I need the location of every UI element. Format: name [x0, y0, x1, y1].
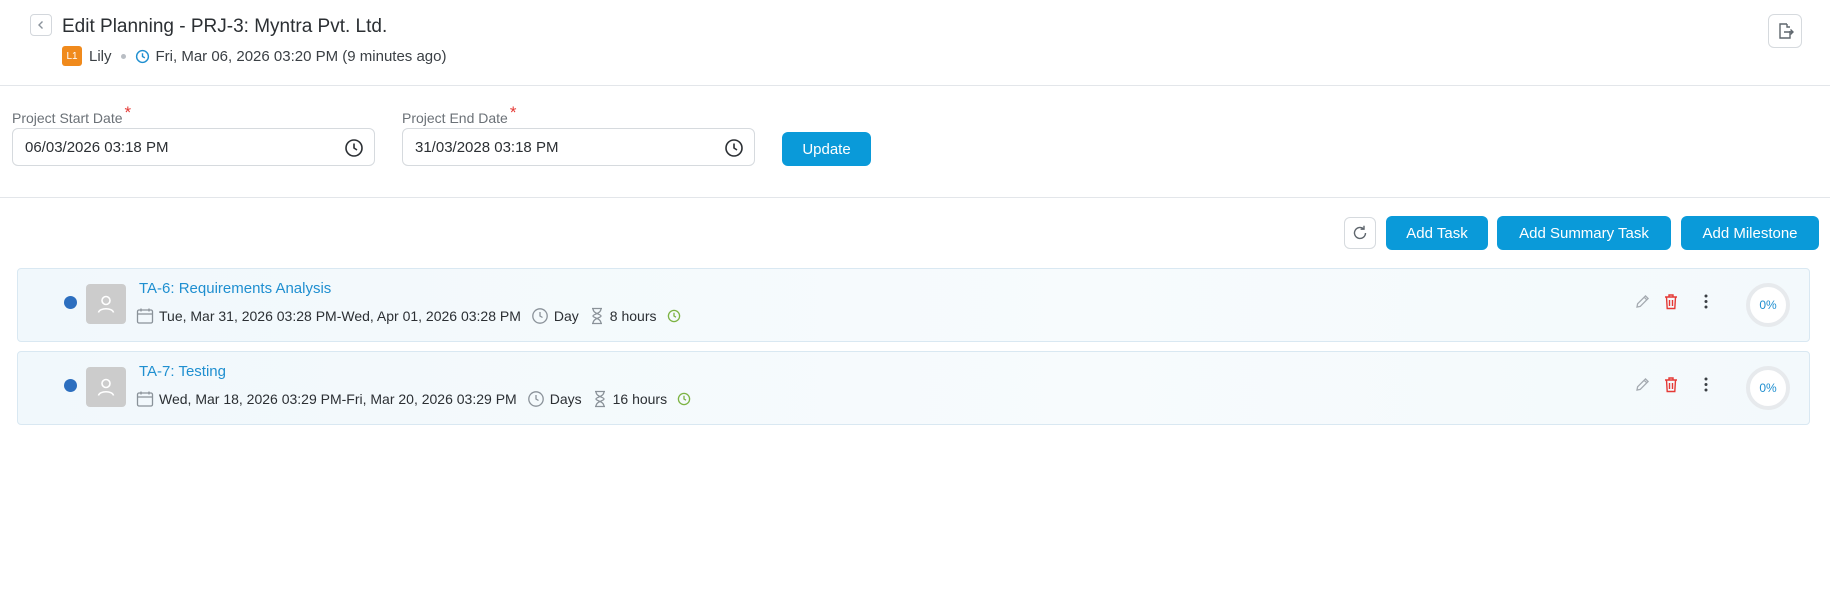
task-actions — [1634, 293, 1709, 310]
add-summary-task-button[interactable]: Add Summary Task — [1497, 216, 1671, 250]
clock-icon — [531, 307, 549, 325]
task-row: TA-7: Testing Wed, Mar 18, 2026 03:29 PM… — [17, 351, 1810, 425]
user-icon — [97, 378, 115, 396]
task-date-range: Tue, Mar 31, 2026 03:28 PM-Wed, Apr 01, … — [159, 308, 521, 324]
hourglass-icon — [592, 390, 608, 408]
clock-icon[interactable] — [724, 138, 744, 158]
on-time-clock-icon — [677, 392, 691, 406]
start-date-label: Project Start Date * — [12, 103, 132, 126]
back-button[interactable] — [30, 14, 52, 36]
export-button[interactable] — [1768, 14, 1802, 48]
trash-icon[interactable] — [1663, 376, 1679, 393]
more-vertical-icon[interactable] — [1703, 376, 1709, 393]
task-duration-unit: Day — [553, 308, 579, 324]
task-row: TA-6: Requirements Analysis Tue, Mar 31,… — [17, 268, 1810, 342]
add-task-button[interactable]: Add Task — [1386, 216, 1488, 250]
clock-icon — [135, 49, 150, 64]
task-meta: Wed, Mar 18, 2026 03:29 PM-Fri, Mar 20, … — [136, 388, 696, 410]
task-meta: Tue, Mar 31, 2026 03:28 PM-Wed, Apr 01, … — [136, 305, 686, 327]
start-date-input[interactable]: 06/03/2026 03:18 PM — [12, 128, 375, 166]
status-dot — [64, 296, 77, 309]
page-header: Edit Planning - PRJ-3: Myntra Pvt. Ltd. … — [0, 0, 1830, 86]
refresh-icon — [1353, 225, 1367, 240]
task-date-range: Wed, Mar 18, 2026 03:29 PM-Fri, Mar 20, … — [159, 391, 517, 407]
assignee-avatar — [86, 284, 126, 324]
start-date-value: 06/03/2026 03:18 PM — [25, 138, 169, 156]
task-hours: 16 hours — [612, 391, 668, 407]
page-meta: L1 Lily Fri, Mar 06, 2026 03:20 PM (9 mi… — [62, 46, 447, 66]
export-icon — [1779, 23, 1794, 39]
user-name: Lily — [89, 47, 112, 65]
end-date-label: Project End Date * — [402, 103, 517, 126]
task-duration-unit: Days — [549, 391, 582, 407]
calendar-icon — [136, 390, 154, 408]
user-avatar: L1 — [62, 46, 82, 66]
task-toolbar: Add Task Add Summary Task Add Milestone — [0, 215, 1830, 251]
user-icon — [97, 295, 115, 313]
clock-icon[interactable] — [344, 138, 364, 158]
pencil-icon[interactable] — [1634, 376, 1651, 393]
more-vertical-icon[interactable] — [1703, 293, 1709, 310]
task-title-link[interactable]: TA-7: Testing — [139, 363, 226, 380]
update-button[interactable]: Update — [782, 132, 871, 166]
progress-circle: 0% — [1746, 366, 1790, 410]
end-date-input[interactable]: 31/03/2028 03:18 PM — [402, 128, 755, 166]
calendar-icon — [136, 307, 154, 325]
clock-icon — [527, 390, 545, 408]
on-time-clock-icon — [667, 309, 681, 323]
task-title-link[interactable]: TA-6: Requirements Analysis — [139, 280, 331, 297]
page-title: Edit Planning - PRJ-3: Myntra Pvt. Ltd. — [62, 16, 388, 37]
task-actions — [1634, 376, 1709, 393]
add-milestone-button[interactable]: Add Milestone — [1681, 216, 1819, 250]
pencil-icon[interactable] — [1634, 293, 1651, 310]
separator-dot — [120, 53, 126, 59]
progress-circle: 0% — [1746, 283, 1790, 327]
hourglass-icon — [589, 307, 605, 325]
assignee-avatar — [86, 367, 126, 407]
refresh-button[interactable] — [1344, 217, 1376, 249]
chevron-left-icon — [38, 21, 43, 29]
trash-icon[interactable] — [1663, 293, 1679, 310]
last-updated-timestamp: Fri, Mar 06, 2026 03:20 PM (9 minutes ag… — [155, 47, 447, 65]
end-date-value: 31/03/2028 03:18 PM — [415, 138, 559, 156]
task-hours: 8 hours — [609, 308, 657, 324]
project-dates-section: Project Start Date * 06/03/2026 03:18 PM … — [0, 87, 1830, 198]
status-dot — [64, 379, 77, 392]
